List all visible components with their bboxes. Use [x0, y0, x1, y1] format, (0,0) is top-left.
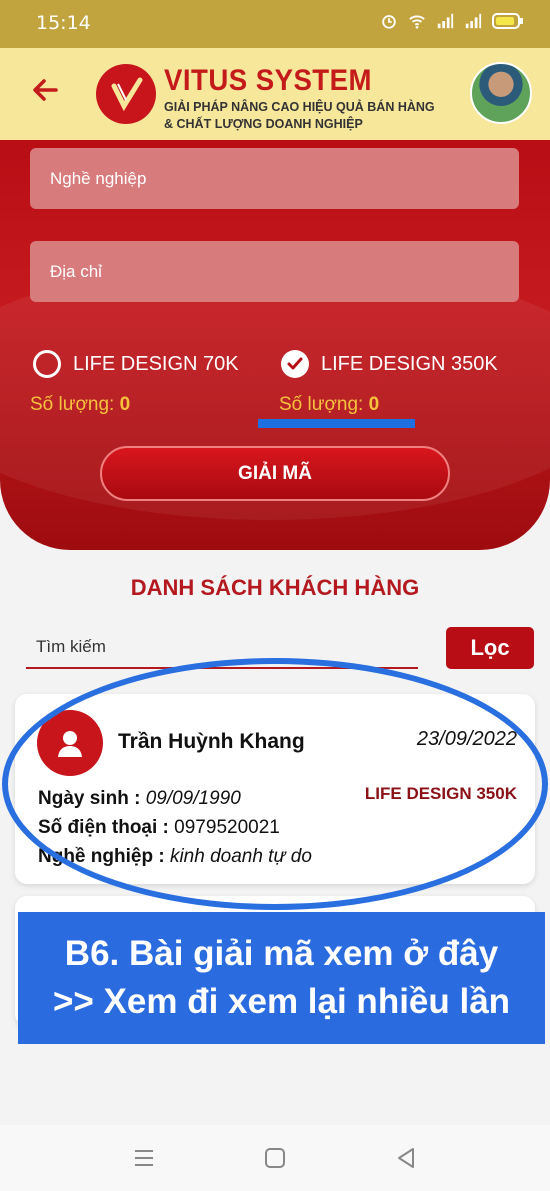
job-value: kinh doanh tự do [169, 846, 312, 867]
check-circle-icon [281, 350, 309, 378]
status-time: 15:14 [36, 12, 91, 34]
customer-job-row: Nghề nghiệp : kinh doanh tự do [38, 846, 312, 868]
user-avatar[interactable] [470, 62, 532, 124]
back-triangle-icon[interactable] [393, 1145, 419, 1171]
quantity-value: 0 [119, 394, 131, 415]
option-life-design-70k[interactable]: LIFE DESIGN 70K [33, 350, 239, 378]
customer-package: LIFE DESIGN 350K [364, 784, 517, 803]
phone-label: Số điện thoại : [38, 817, 169, 838]
quantity-value: 0 [368, 394, 380, 415]
highlight-underline [258, 419, 415, 428]
filter-button[interactable]: Lọc [446, 627, 534, 669]
option-label: LIFE DESIGN 70K [73, 352, 239, 375]
job-label: Nghề nghiệp : [38, 846, 165, 867]
customer-card[interactable]: Trần Huỳnh Khang 23/09/2022 LIFE DESIGN … [15, 694, 535, 884]
brand-block: VITUS SYSTEM GIẢI PHÁP NÂNG CAO HIỆU QUẢ… [164, 64, 435, 132]
status-bar: 15:14 [0, 0, 550, 48]
vitus-logo [96, 64, 156, 124]
decode-button[interactable]: GIẢI MÃ [100, 446, 450, 501]
banner-line-2: >> Xem đi xem lại nhiều lần [52, 982, 511, 1021]
quantity-label: Số lượng: [279, 394, 364, 415]
banner-line-1: B6. Bài giải mã xem ở đây [64, 934, 499, 973]
option-life-design-350k[interactable]: LIFE DESIGN 350K [281, 350, 498, 378]
back-arrow-icon[interactable] [30, 74, 70, 114]
customer-list-title: DANH SÁCH KHÁCH HÀNG [130, 575, 420, 600]
app-header: VITUS SYSTEM GIẢI PHÁP NÂNG CAO HIỆU QUẢ… [0, 48, 550, 140]
battery-icon [492, 13, 523, 29]
user-icon [37, 710, 103, 776]
search-input[interactable]: Tìm kiếm [26, 627, 418, 669]
system-nav-bar [0, 1125, 550, 1191]
brand-tagline-1: GIẢI PHÁP NÂNG CAO HIỆU QUẢ BÁN HÀNG [164, 100, 435, 114]
address-field[interactable]: Địa chỉ [30, 241, 519, 302]
phone-value: 0979520021 [174, 817, 280, 838]
dob-label: Ngày sinh : [38, 788, 141, 809]
brand-tagline-2: & CHẤT LƯỢNG DOANH NGHIỆP [164, 117, 363, 131]
signal-icon [465, 13, 482, 29]
occupation-field[interactable]: Nghề nghiệp [30, 148, 519, 209]
brand-name: VITUS SYSTEM [164, 64, 372, 97]
alarm-icon [382, 15, 396, 29]
quantity-label: Số lượng: [30, 394, 115, 415]
instruction-banner: B6. Bài giải mã xem ở đây >> Xem đi xem … [18, 912, 545, 1044]
menu-icon[interactable] [131, 1145, 157, 1171]
home-square-icon[interactable] [262, 1145, 288, 1171]
customer-dob-row: Ngày sinh : 09/09/1990 [38, 788, 241, 810]
customer-date: 23/09/2022 [416, 728, 517, 750]
signal-icon [437, 13, 454, 29]
wifi-icon [409, 15, 425, 29]
customer-name: Trần Huỳnh Khang [118, 730, 305, 753]
dob-value: 09/09/1990 [145, 788, 241, 809]
quantity-70k: Số lượng: 0 [30, 394, 130, 416]
customer-phone-row: Số điện thoại : 0979520021 [38, 817, 280, 839]
quantity-350k: Số lượng: 0 [279, 394, 379, 416]
status-icons [380, 12, 524, 30]
radio-unchecked-icon [33, 350, 61, 378]
option-label: LIFE DESIGN 350K [321, 352, 498, 375]
